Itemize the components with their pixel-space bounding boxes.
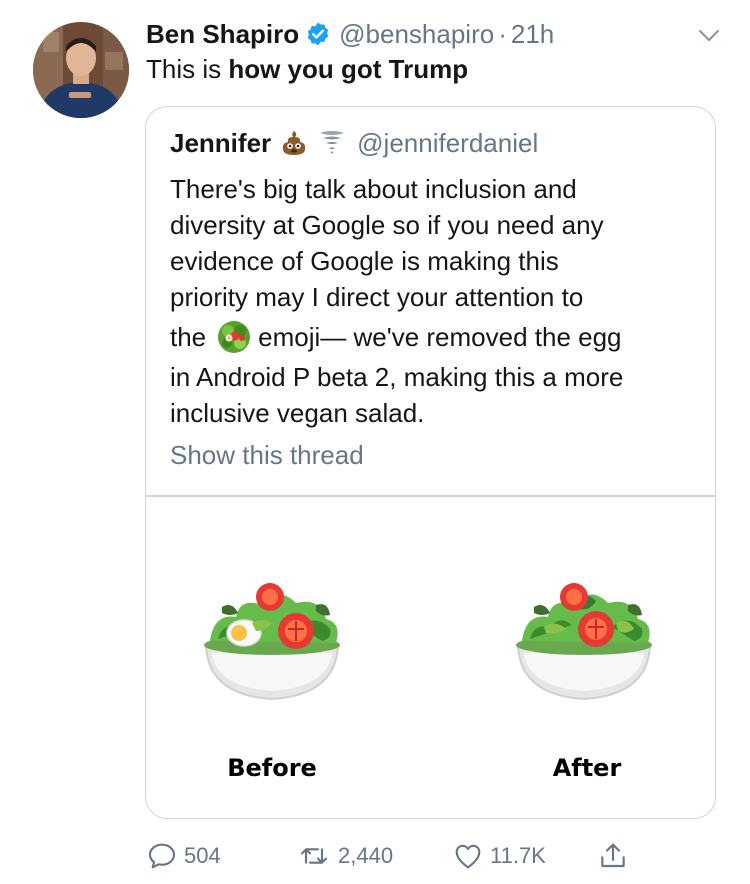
tornado-icon [317, 128, 347, 158]
share-icon [601, 843, 625, 868]
green-salad-icon [216, 319, 252, 355]
tweet-text-bold: how you got Trump [228, 54, 469, 84]
retweet-count: 2,440 [338, 843, 394, 868]
quote-text-line: evidence of Google is making this [170, 246, 559, 276]
quote-header: Jennifer @jenniferdaniel [170, 123, 538, 163]
tweet-text-plain: This is [146, 54, 229, 84]
quote-author-name[interactable]: Jennifer [170, 128, 271, 159]
tweet-text: This is how you got Trump [146, 52, 468, 86]
pile-of-poo-icon [279, 128, 309, 158]
verified-badge-icon [305, 21, 331, 47]
quote-text-fragment: the [170, 322, 207, 352]
like-count: 11.7K [490, 843, 546, 868]
retweet-icon [300, 848, 328, 864]
author-name[interactable]: Ben Shapiro [146, 19, 299, 50]
before-label: Before [227, 754, 317, 782]
share-action[interactable] [597, 836, 635, 876]
quote-text-line: priority may I direct your attention to [170, 282, 584, 312]
quote-text-fragment: emoji— we've removed the egg [258, 322, 622, 352]
quote-text-line: diversity at Google so if you need any [170, 210, 604, 240]
quote-author-handle[interactable]: @jenniferdaniel [357, 128, 538, 159]
quote-text-line: There's big talk about inclusion and [170, 174, 577, 204]
show-thread-link[interactable]: Show this thread [170, 440, 364, 471]
reply-count: 504 [184, 843, 221, 868]
author-handle[interactable]: @benshapiro [339, 19, 494, 50]
tweet-header: Ben Shapiro @benshapiro · 21h [146, 14, 554, 54]
quote-text-line: in Android P beta 2, making this a more [170, 362, 624, 392]
salad-comparison-image[interactable]: Before After [146, 497, 714, 817]
salad-with-egg-icon [192, 583, 352, 713]
tweet-timestamp[interactable]: 21h [511, 19, 554, 50]
reply-icon [148, 843, 176, 869]
quote-text-line: inclusive vegan salad. [170, 398, 425, 428]
separator-dot: · [498, 18, 507, 49]
retweet-action[interactable]: 2,440 [296, 836, 393, 876]
like-action[interactable]: 11.7K [452, 836, 546, 876]
quote-text-line: the emoji— we've removed the egg [170, 315, 700, 359]
salad-without-egg-icon [504, 583, 664, 713]
avatar[interactable] [33, 22, 129, 118]
heart-icon [455, 844, 481, 869]
after-label: After [552, 754, 622, 782]
quoted-tweet-card[interactable]: Jennifer @jenniferdaniel There's big tal… [145, 106, 716, 819]
quote-text: There's big talk about inclusion and div… [170, 171, 700, 431]
reply-action[interactable]: 504 [146, 836, 221, 876]
chevron-down-icon[interactable] [696, 22, 722, 48]
